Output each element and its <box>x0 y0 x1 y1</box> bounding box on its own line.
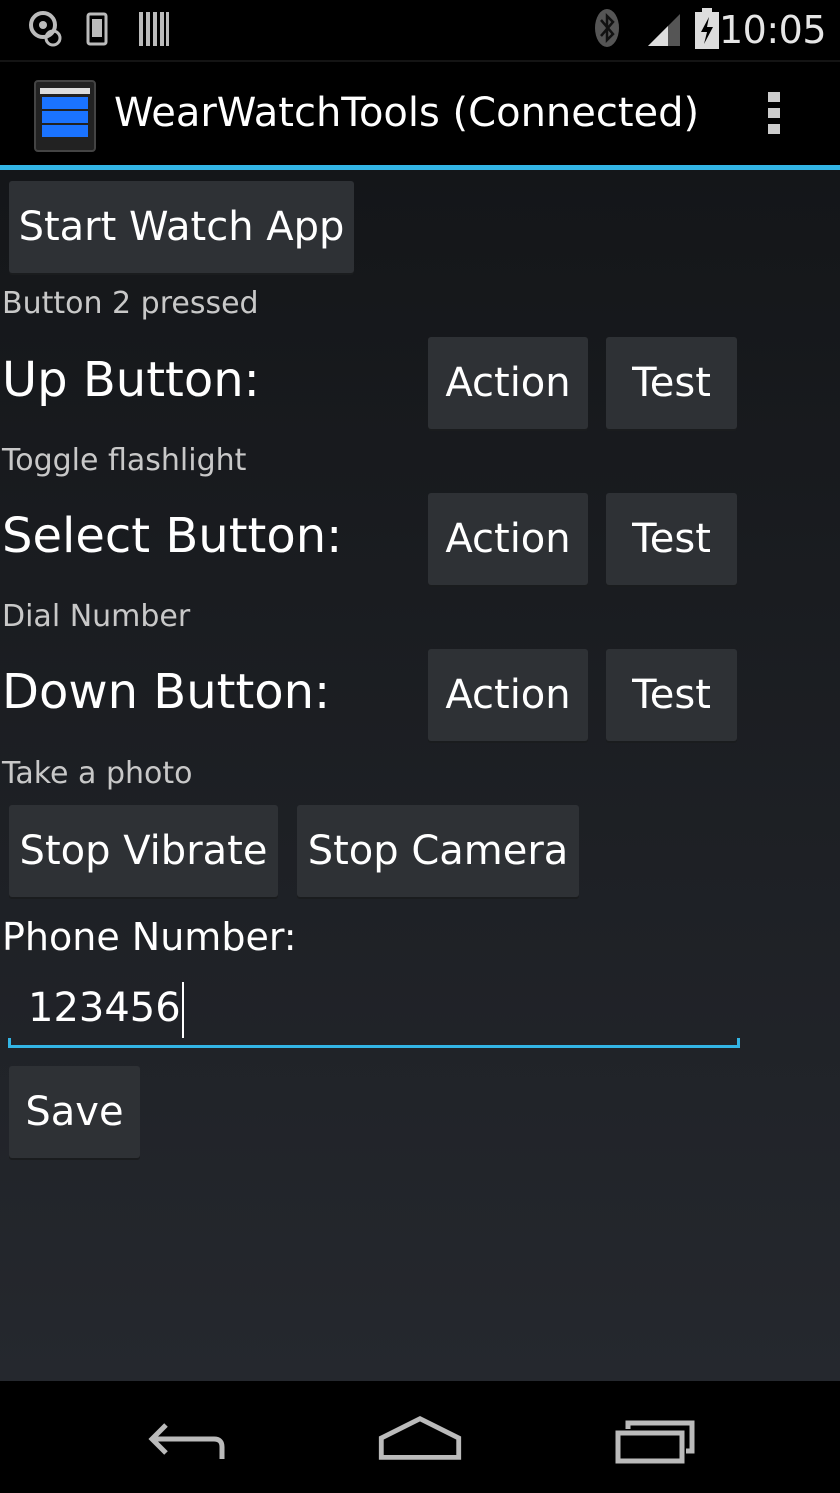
app-icon-up <box>42 97 88 109</box>
up-action-button[interactable]: Action <box>428 337 588 429</box>
down-button-label: Down Button: <box>2 664 331 720</box>
recent-apps-icon[interactable] <box>610 1411 710 1471</box>
action-bar: WearWatchTools (Connected) <box>0 60 840 166</box>
input-tick-left <box>8 1038 11 1048</box>
input-underline <box>8 1045 740 1048</box>
stop-camera-button[interactable]: Stop Camera <box>297 805 579 897</box>
start-watch-app-button[interactable]: Start Watch App <box>9 181 354 273</box>
app-title: WearWatchTools (Connected) <box>114 90 700 136</box>
phone-icon <box>86 12 108 46</box>
select-action-button[interactable]: Action <box>428 493 588 585</box>
select-test-button[interactable]: Test <box>606 493 737 585</box>
up-button-label: Up Button: <box>2 352 260 408</box>
down-action-button[interactable]: Action <box>428 649 588 741</box>
phone-number-label: Phone Number: <box>2 915 297 959</box>
settings-notification-icon <box>29 11 62 47</box>
stop-vibrate-button[interactable]: Stop Vibrate <box>9 805 278 897</box>
status-text: Button 2 pressed <box>2 286 259 321</box>
main-content: Start Watch App Button 2 pressed Up Butt… <box>0 170 840 1381</box>
phone-number-input[interactable]: 123456 <box>8 978 740 1048</box>
select-action-description: Dial Number <box>2 599 191 634</box>
barcode-icon <box>139 12 169 46</box>
app-icon-title <box>40 88 90 94</box>
text-cursor <box>181 982 184 1038</box>
save-button[interactable]: Save <box>9 1066 140 1158</box>
app-icon-select <box>42 111 88 123</box>
app-icon <box>34 80 96 152</box>
phone-number-value: 123456 <box>28 985 181 1031</box>
select-button-label: Select Button: <box>2 508 343 564</box>
up-test-button[interactable]: Test <box>606 337 737 429</box>
overflow-menu-icon[interactable] <box>764 92 784 142</box>
app-icon-down <box>42 125 88 137</box>
status-bar: 10:05 <box>0 0 840 60</box>
bluetooth-icon <box>595 9 619 47</box>
input-tick-right <box>737 1038 740 1048</box>
signal-icon <box>648 14 680 46</box>
home-icon[interactable] <box>370 1409 470 1469</box>
up-action-description: Toggle flashlight <box>2 443 247 478</box>
battery-charging-icon <box>695 8 719 49</box>
navigation-bar <box>0 1381 840 1493</box>
down-action-description: Take a photo <box>2 756 193 791</box>
down-test-button[interactable]: Test <box>606 649 737 741</box>
back-icon[interactable] <box>140 1411 240 1471</box>
status-clock: 10:05 <box>718 8 827 52</box>
